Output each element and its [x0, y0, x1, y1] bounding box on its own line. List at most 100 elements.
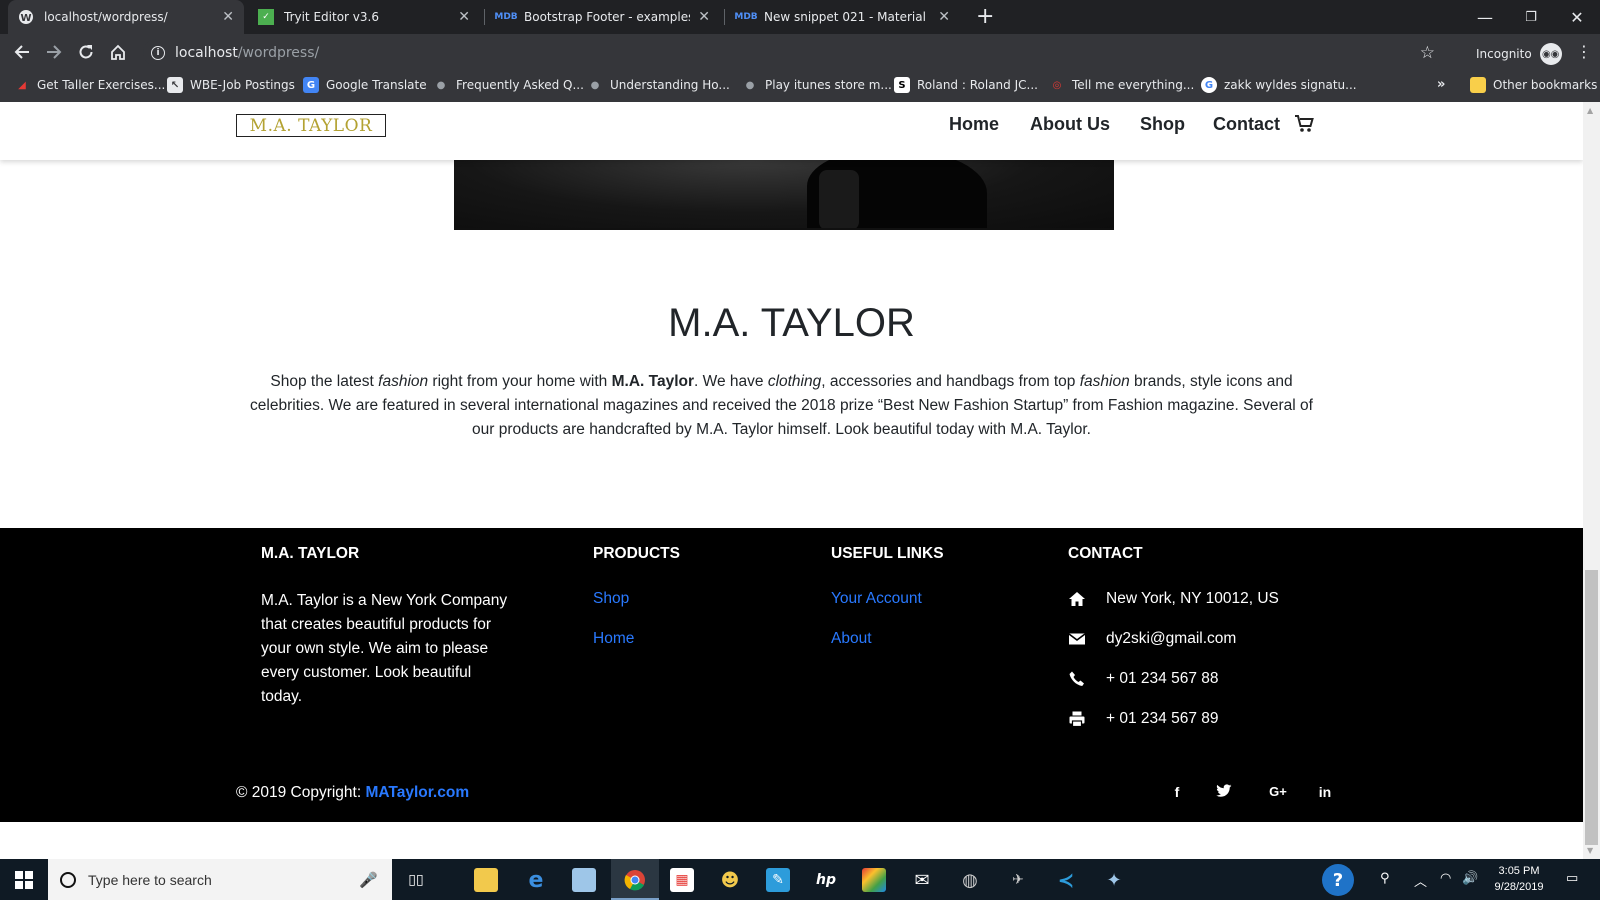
bookmarks-bar: ◢ Get Taller Exercises... ↖ WBE-Job Postin… [0, 70, 1600, 102]
site-logo[interactable]: M.A. TAYLOR [236, 114, 386, 137]
url-host: localhost [175, 44, 238, 61]
other-bookmarks[interactable]: Other bookmarks [1470, 77, 1597, 93]
app-icon-3[interactable]: ✎ [766, 868, 790, 892]
about-paragraph: Shop the latest fashion right from your … [240, 370, 1323, 442]
footer-copyright: © 2019 Copyright: MATaylor.com [236, 784, 469, 802]
bookmark-get-taller[interactable]: ◢ Get Taller Exercises... [14, 77, 165, 93]
app-icon[interactable] [572, 868, 596, 892]
footer-link-your-account[interactable]: Your Account [831, 589, 944, 629]
nav-shop[interactable]: Shop [1140, 114, 1185, 135]
taskbar-search[interactable]: Type here to search 🎤 [48, 859, 392, 900]
volume-icon[interactable]: 🔊 [1462, 871, 1478, 886]
bookmark-understanding[interactable]: ● Understanding Ho... [587, 77, 730, 93]
chrome-icon[interactable] [623, 868, 647, 892]
footer-link-about[interactable]: About [831, 629, 944, 669]
hero-figure-detail [819, 170, 859, 228]
app-icon-5[interactable]: ✈ [1006, 868, 1030, 892]
hp-icon[interactable]: hp [814, 868, 838, 892]
app-icon-6[interactable]: ✦ [1102, 868, 1126, 892]
new-tab-button[interactable]: + [976, 4, 994, 30]
mdb-icon: MDB [494, 12, 518, 22]
people-icon[interactable]: ⚲ [1380, 871, 1390, 886]
notifications-icon[interactable]: ▭ [1566, 871, 1578, 886]
windows-start-icon[interactable] [0, 859, 48, 900]
tab-new-snippet[interactable]: MDB New snippet 021 - Material Desig ✕ [728, 0, 960, 34]
text-run-bold: M.A. Taylor [611, 373, 694, 390]
contact-fax-text: + 01 234 567 89 [1106, 710, 1219, 727]
back-icon[interactable] [10, 40, 34, 64]
close-tab-icon[interactable]: ✕ [458, 9, 470, 25]
tray-overflow-icon[interactable]: ︿ [1414, 871, 1427, 890]
bookmarks-overflow-button[interactable]: » [1437, 77, 1445, 92]
wifi-icon[interactable]: ◠ [1440, 871, 1451, 886]
bookmark-google-translate[interactable]: G Google Translate [303, 77, 427, 93]
scroll-up-icon[interactable]: ▲ [1587, 106, 1593, 115]
copyright-link[interactable]: MATaylor.com [365, 784, 469, 801]
google-plus-icon[interactable]: G+ [1264, 784, 1292, 804]
footer-products-title: PRODUCTS [593, 545, 680, 562]
bookmark-play-itunes[interactable]: ● Play itunes store m... [742, 77, 892, 93]
close-window-icon[interactable]: ✕ [1554, 0, 1600, 34]
home-icon[interactable] [106, 40, 130, 64]
app-icon-4[interactable]: ◍ [958, 868, 982, 892]
reload-icon[interactable] [74, 40, 98, 64]
microphone-icon[interactable]: 🎤 [359, 871, 378, 889]
bookmark-star-icon[interactable]: ☆ [1420, 43, 1435, 63]
edge-icon[interactable]: e [524, 868, 548, 893]
bookmark-label: Play itunes store m... [765, 78, 892, 92]
twitter-icon[interactable] [1214, 784, 1234, 804]
bookmark-wbe-job[interactable]: ↖ WBE-Job Postings [167, 77, 295, 93]
footer-link-shop[interactable]: Shop [593, 589, 680, 629]
bookmark-zakk-wylde[interactable]: Gzakk wyldes signatu... [1201, 77, 1357, 93]
close-tab-icon[interactable]: ✕ [222, 9, 234, 25]
incognito-indicator[interactable]: Incognito ◉◉ [1476, 43, 1562, 65]
scroll-down-icon[interactable]: ▼ [1587, 846, 1593, 855]
text-run: Shop the latest [270, 373, 379, 390]
help-icon[interactable]: ? [1322, 864, 1354, 896]
footer-col-useful-links: USEFUL LINKS Your Account About [831, 545, 944, 669]
text-run: , accessories and handbags from top [821, 373, 1080, 390]
cart-icon[interactable] [1294, 114, 1314, 134]
linkedin-icon[interactable]: in [1315, 784, 1335, 804]
menu-kebab-icon[interactable]: ⋮ [1576, 42, 1592, 61]
bookmark-roland[interactable]: S Roland : Roland JC... [894, 77, 1038, 93]
task-view-icon[interactable]: ▯▯ [404, 868, 428, 892]
incognito-label: Incognito [1476, 47, 1532, 61]
incognito-icon: ◉◉ [1539, 43, 1562, 65]
vscode-icon[interactable]: ≺ [1054, 868, 1078, 892]
cortana-icon [60, 871, 76, 888]
tab-tryit-editor[interactable]: ✓ Tryit Editor v3.6 ✕ [248, 0, 480, 34]
tryit-icon: ✓ [258, 9, 274, 25]
nav-home[interactable]: Home [949, 114, 999, 135]
paint-icon[interactable] [862, 868, 886, 892]
footer-link-home[interactable]: Home [593, 629, 680, 669]
nav-about-us[interactable]: About Us [1030, 114, 1110, 135]
nav-contact[interactable]: Contact [1213, 114, 1280, 135]
taskbar-clock[interactable]: 3:05 PM 9/28/2019 [1481, 863, 1557, 895]
close-tab-icon[interactable]: ✕ [938, 9, 950, 25]
mail-icon[interactable]: ✉ [910, 868, 934, 892]
page-scrollbar[interactable]: ▲ ▼ [1583, 102, 1600, 859]
tab-localhost-wordpress[interactable]: W localhost/wordpress/ ✕ [8, 0, 244, 34]
app-icon-2[interactable]: ☻ [718, 868, 742, 892]
file-explorer-icon[interactable] [474, 868, 498, 892]
store-icon[interactable]: ▦ [670, 868, 694, 892]
tab-bootstrap-footer[interactable]: MDB Bootstrap Footer - examples & t ✕ [488, 0, 720, 34]
page-bottom-space [0, 822, 1583, 859]
forward-icon[interactable] [42, 40, 66, 64]
bookmark-tell-me[interactable]: ◎ Tell me everything... [1049, 77, 1195, 93]
facebook-icon[interactable]: f [1167, 784, 1187, 804]
bookmark-faq[interactable]: ● Frequently Asked Q... [433, 77, 584, 93]
tab-separator [484, 9, 485, 25]
address-bar[interactable]: i localhost/wordpress/ ☆ [143, 39, 1439, 66]
wordpress-icon: W [18, 9, 34, 25]
bookmark-label: Roland : Roland JC... [917, 78, 1038, 92]
restore-icon[interactable]: ❐ [1508, 0, 1554, 34]
envelope-icon [1068, 633, 1086, 645]
text-run-italic: clothing [767, 373, 822, 390]
close-tab-icon[interactable]: ✕ [698, 9, 710, 25]
scrollbar-thumb[interactable] [1585, 570, 1598, 845]
minimize-icon[interactable]: — [1462, 0, 1508, 34]
info-icon[interactable]: i [151, 45, 165, 60]
clock-time: 3:05 PM [1498, 865, 1540, 877]
